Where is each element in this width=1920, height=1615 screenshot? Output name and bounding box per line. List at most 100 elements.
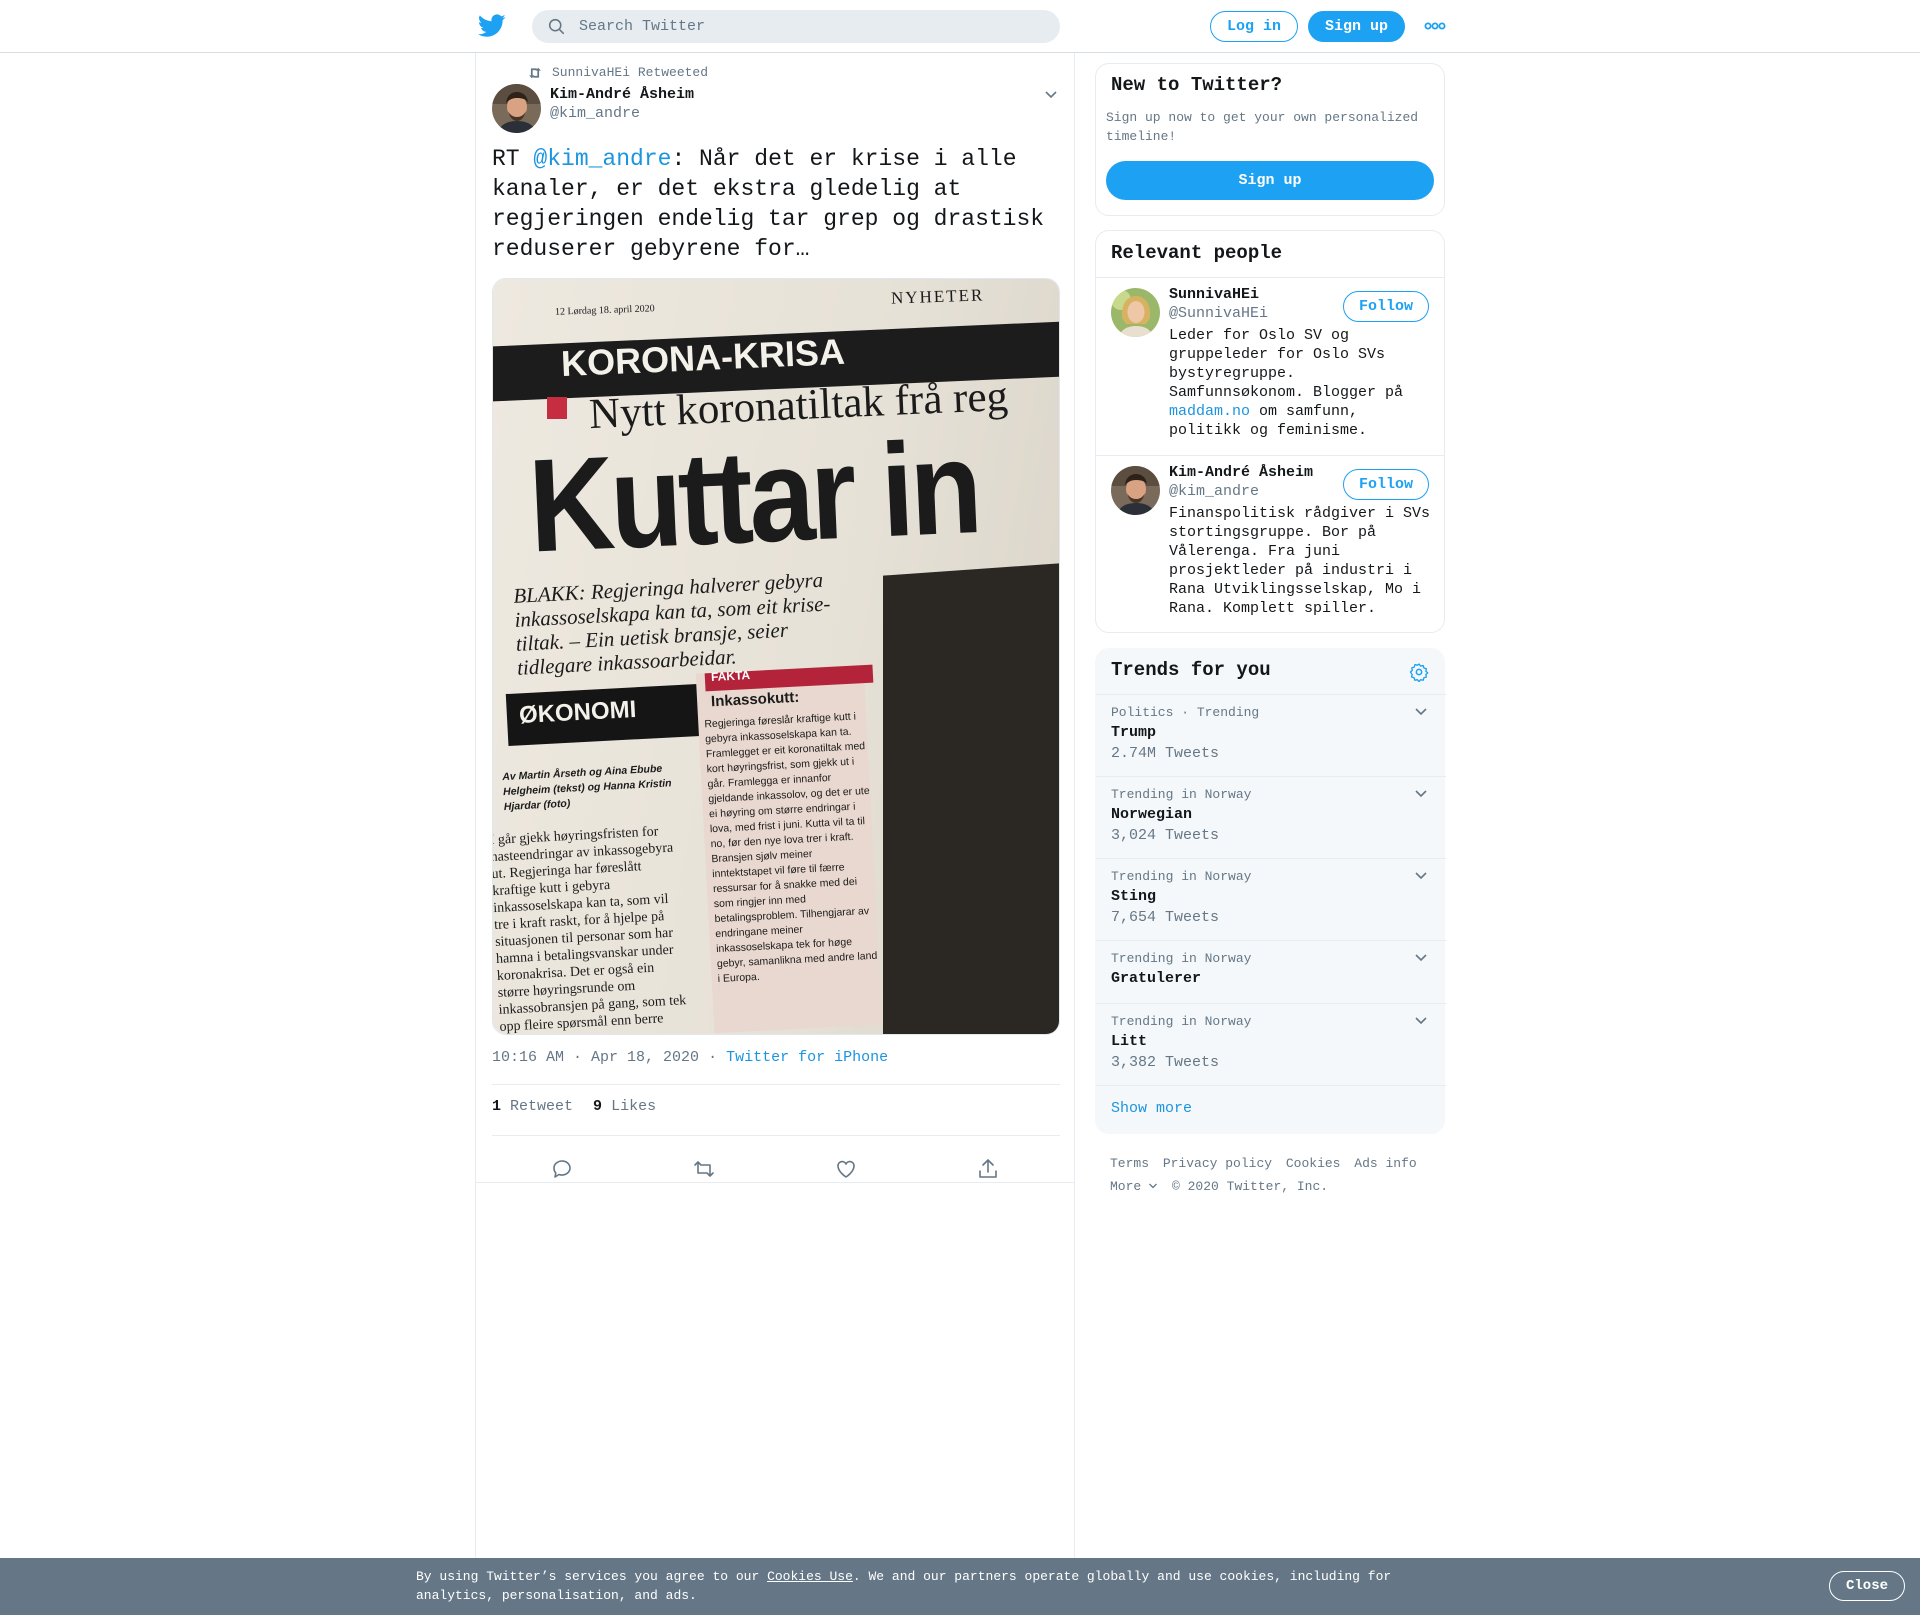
chevron-down-icon[interactable] bbox=[1414, 871, 1428, 881]
search-input[interactable] bbox=[579, 18, 1019, 35]
trend-item[interactable]: Trending in Norway Litt 3,382 Tweets bbox=[1096, 1003, 1446, 1085]
tweet-text: RT @kim_andre: Når det er krise i alle k… bbox=[492, 144, 1052, 264]
retweet-count: 1 bbox=[492, 1098, 502, 1115]
tweet-photo[interactable]: 12 Lørdag 18. april 2020 NYHETER KORONA-… bbox=[492, 278, 1060, 1035]
chevron-down-icon[interactable] bbox=[1044, 90, 1058, 100]
signup-card-title: New to Twitter? bbox=[1111, 74, 1283, 96]
photo-fakta-body: Regjeringa føreslår kraftige kutt i geby… bbox=[704, 710, 878, 986]
footer-more-label: More bbox=[1110, 1179, 1142, 1194]
footer-more-menu[interactable]: More bbox=[1110, 1179, 1158, 1194]
trend-name[interactable]: Norwegian bbox=[1111, 806, 1192, 823]
signup-card: New to Twitter? Sign up now to get your … bbox=[1095, 63, 1445, 216]
footer-link-ads-info[interactable]: Ads info bbox=[1354, 1156, 1416, 1171]
top-navigation-bar: Log in Sign up bbox=[0, 0, 1920, 53]
tweet-actions bbox=[492, 1139, 1060, 1199]
like-heart-icon[interactable] bbox=[834, 1157, 858, 1181]
person-avatar[interactable] bbox=[1111, 466, 1160, 515]
bio-link[interactable]: maddam.no bbox=[1169, 403, 1250, 420]
trend-context: Trending in Norway bbox=[1111, 1014, 1252, 1029]
more-options-icon[interactable] bbox=[1424, 16, 1446, 36]
like-stat[interactable]: 9 Likes bbox=[593, 1098, 656, 1115]
trend-item[interactable]: Politics · Trending Trump 2.74M Tweets bbox=[1096, 694, 1446, 776]
relevant-people-title: Relevant people bbox=[1111, 242, 1283, 264]
signup-card-description: Sign up now to get your own personalized… bbox=[1106, 110, 1419, 144]
trend-item[interactable]: Trending in Norway Gratulerer bbox=[1096, 940, 1446, 1003]
photo-headline-big: Kuttar in bbox=[525, 413, 982, 581]
tweet-timestamp[interactable]: 10:16 AM · Apr 18, 2020 bbox=[492, 1049, 699, 1066]
trends-card: Trends for you Politics · Trending Trump… bbox=[1095, 648, 1446, 1134]
cookie-text: By using Twitter’s services you agree to… bbox=[416, 1567, 1416, 1605]
mention-link[interactable]: @kim_andre bbox=[533, 146, 671, 172]
trend-item[interactable]: Trending in Norway Sting 7,654 Tweets bbox=[1096, 858, 1446, 940]
tweet-text-prefix: RT bbox=[492, 146, 534, 172]
follow-button[interactable]: Follow bbox=[1343, 291, 1429, 322]
twitter-bird-icon[interactable] bbox=[478, 13, 506, 39]
person-handle[interactable]: @kim_andre bbox=[1169, 483, 1259, 500]
photo-section: NYHETER bbox=[890, 285, 985, 308]
relevant-people-card: Relevant people SunnivaHEi @SunnivaHEi F… bbox=[1095, 230, 1445, 633]
chevron-down-icon[interactable] bbox=[1414, 1016, 1428, 1026]
trend-context: Politics · Trending bbox=[1111, 705, 1260, 720]
person-avatar[interactable] bbox=[1111, 288, 1160, 337]
trends-title: Trends for you bbox=[1111, 659, 1271, 681]
retweet-stat-label: Retweet bbox=[510, 1098, 574, 1115]
trend-count: 2.74M Tweets bbox=[1111, 745, 1220, 762]
cookie-text-before: By using Twitter’s services you agree to… bbox=[416, 1569, 768, 1584]
sidebar-signup-button[interactable]: Sign up bbox=[1106, 161, 1434, 200]
chevron-down-icon[interactable] bbox=[1414, 953, 1428, 963]
trend-count: 7,654 Tweets bbox=[1111, 909, 1220, 926]
trend-count: 3,024 Tweets bbox=[1111, 827, 1220, 844]
follow-button[interactable]: Follow bbox=[1343, 469, 1429, 500]
divider bbox=[492, 1135, 1060, 1136]
share-icon[interactable] bbox=[976, 1157, 1000, 1181]
person-card-sunnivahei[interactable]: SunnivaHEi @SunnivaHEi Follow Leder for … bbox=[1096, 278, 1444, 455]
author-name[interactable]: Kim-André Åsheim bbox=[550, 86, 694, 103]
divider bbox=[492, 1084, 1060, 1085]
tweet-detail-column: SunnivaHEi Retweeted Kim-André Åsheim @k… bbox=[475, 53, 1075, 1558]
retweeted-by-label: SunnivaHEi Retweeted bbox=[552, 65, 709, 80]
trend-name[interactable]: Litt bbox=[1111, 1033, 1147, 1050]
author-handle[interactable]: @kim_andre bbox=[550, 105, 640, 122]
person-bio-text: Leder for Oslo SV og gruppeleder for Osl… bbox=[1169, 327, 1404, 401]
photo-dark-image bbox=[883, 562, 1059, 1034]
person-name[interactable]: Kim-André Åsheim bbox=[1169, 464, 1313, 481]
search-box[interactable] bbox=[532, 10, 1060, 43]
settings-gear-icon[interactable] bbox=[1409, 662, 1429, 682]
footer-link-cookies[interactable]: Cookies bbox=[1286, 1156, 1341, 1171]
login-button[interactable]: Log in bbox=[1210, 11, 1298, 42]
footer-link-privacy[interactable]: Privacy policy bbox=[1163, 1156, 1272, 1171]
source-separator: · bbox=[708, 1049, 718, 1066]
trend-name[interactable]: Gratulerer bbox=[1111, 970, 1201, 987]
divider bbox=[1096, 1085, 1446, 1086]
retweet-icon[interactable] bbox=[692, 1157, 716, 1181]
person-handle[interactable]: @SunnivaHEi bbox=[1169, 305, 1268, 322]
tweet-stats: 1 Retweet 9 Likes bbox=[492, 1098, 656, 1115]
person-bio: Leder for Oslo SV og gruppeleder for Osl… bbox=[1169, 326, 1437, 440]
reply-icon[interactable] bbox=[550, 1157, 574, 1181]
person-card-kim-andre[interactable]: Kim-André Åsheim @kim_andre Follow Finan… bbox=[1096, 456, 1444, 633]
retweet-context: SunnivaHEi Retweeted bbox=[528, 65, 708, 80]
trend-item[interactable]: Trending in Norway Norwegian 3,024 Tweet… bbox=[1096, 776, 1446, 858]
person-bio: Finanspolitisk rådgiver i SVs stortingsg… bbox=[1169, 505, 1431, 617]
cookies-use-link[interactable]: Cookies Use bbox=[767, 1569, 853, 1584]
tweet-source-link[interactable]: Twitter for iPhone bbox=[726, 1049, 888, 1066]
tweet-meta: 10:16 AM · Apr 18, 2020 · Twitter for iP… bbox=[492, 1049, 888, 1066]
cookie-consent-bar: By using Twitter’s services you agree to… bbox=[0, 1558, 1920, 1615]
chevron-down-icon[interactable] bbox=[1414, 707, 1428, 717]
footer-links-row: Terms Privacy policy Cookies Ads info bbox=[1110, 1152, 1440, 1175]
person-name[interactable]: SunnivaHEi bbox=[1169, 286, 1259, 303]
trend-name[interactable]: Trump bbox=[1111, 724, 1156, 741]
author-avatar[interactable] bbox=[492, 84, 541, 133]
cookie-close-button[interactable]: Close bbox=[1829, 1571, 1905, 1601]
photo-fakta-label: FAKTA bbox=[710, 667, 751, 685]
trend-name[interactable]: Sting bbox=[1111, 888, 1156, 905]
chevron-down-icon bbox=[1149, 1183, 1158, 1189]
photo-body-text: I går gjekk høyringsfristen for hasteend… bbox=[492, 824, 687, 1035]
footer-link-terms[interactable]: Terms bbox=[1110, 1156, 1149, 1171]
retweet-stat[interactable]: 1 Retweet bbox=[492, 1098, 573, 1115]
show-more-link[interactable]: Show more bbox=[1111, 1100, 1192, 1117]
chevron-down-icon[interactable] bbox=[1414, 789, 1428, 799]
signup-button[interactable]: Sign up bbox=[1308, 11, 1405, 42]
footer-second-row: More © 2020 Twitter, Inc. bbox=[1110, 1175, 1440, 1198]
like-stat-label: Likes bbox=[611, 1098, 657, 1115]
